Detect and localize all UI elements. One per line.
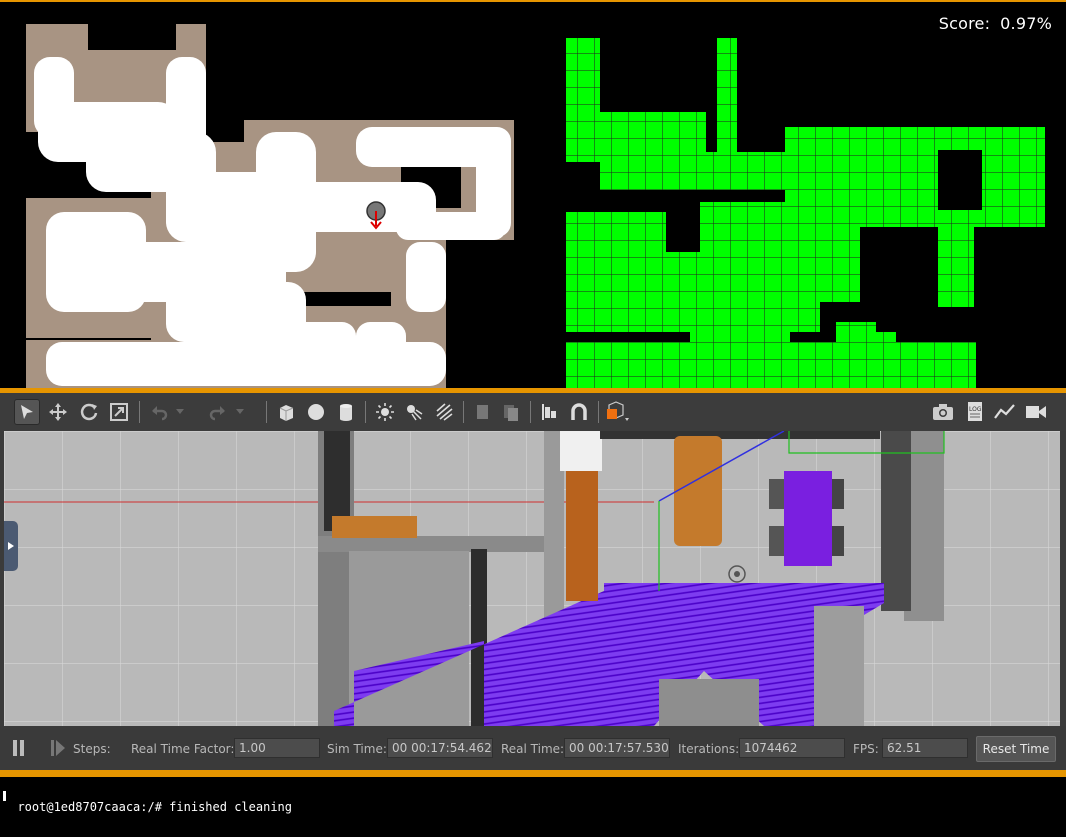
sim-time-label: Sim Time: — [327, 742, 387, 756]
view-angle-icon[interactable] — [604, 399, 630, 425]
paste-icon[interactable] — [498, 399, 524, 425]
robot-model — [728, 565, 746, 583]
left-panel-toggle[interactable] — [4, 521, 18, 571]
cabinet — [674, 436, 722, 546]
snap-icon[interactable] — [566, 399, 592, 425]
uncovered-block — [938, 150, 982, 210]
terminal-separator — [0, 770, 1066, 777]
directional-light-icon[interactable] — [431, 399, 457, 425]
cleaned-map-drawing — [26, 24, 514, 388]
toolbar-divider — [530, 401, 531, 423]
cylinder-icon[interactable] — [333, 399, 359, 425]
wall — [318, 536, 554, 552]
toolbar-divider — [365, 401, 366, 423]
3d-scene-viewport[interactable] — [4, 431, 1060, 726]
toolbar-divider — [139, 401, 140, 423]
status-bar: Steps: Real Time Factor: 1.00 Sim Time: … — [0, 726, 1066, 770]
translate-icon[interactable] — [45, 399, 71, 425]
gazebo-window: LOG Steps: Real Time Factor: 1.00 Sim Ti… — [0, 393, 1066, 770]
iterations-field: 1074462 — [739, 738, 845, 758]
chair — [769, 479, 784, 509]
chair — [832, 479, 844, 509]
pause-icon[interactable] — [12, 739, 26, 760]
spot-light-icon[interactable] — [401, 399, 427, 425]
covered-cells — [566, 38, 1045, 388]
real-time-label: Real Time: — [501, 742, 565, 756]
terminal-line: root@1ed8707caaca:/# finished cleaning — [17, 800, 292, 814]
score-label: Score: — [938, 14, 991, 33]
chair — [832, 526, 844, 556]
coverage-grid-map: Score: 0.97% — [560, 2, 1066, 388]
fps-field: 62.51 — [882, 738, 968, 758]
wall — [560, 431, 602, 471]
cabinet — [566, 471, 598, 601]
log-icon[interactable]: LOG — [962, 399, 988, 425]
select-arrow-icon[interactable] — [14, 399, 40, 425]
redo-icon[interactable] — [205, 399, 231, 425]
score-readout: Score: 0.97% — [939, 14, 1052, 33]
toolbar-divider — [266, 401, 267, 423]
table — [784, 471, 832, 566]
copy-icon[interactable] — [469, 399, 495, 425]
svg-text:LOG: LOG — [969, 406, 982, 413]
real-time-field: 00 00:17:57.530 — [564, 738, 670, 758]
steps-label: Steps: — [73, 742, 111, 756]
wall — [814, 606, 864, 726]
plot-icon[interactable] — [992, 399, 1018, 425]
sim-time-field: 00 00:17:54.462 — [387, 738, 493, 758]
wall — [349, 551, 469, 726]
sphere-icon[interactable] — [303, 399, 329, 425]
fps-label: FPS: — [853, 742, 879, 756]
wall — [600, 431, 880, 439]
undo-icon[interactable] — [146, 399, 172, 425]
align-icon[interactable] — [536, 399, 562, 425]
undo-dropdown-icon[interactable] — [174, 399, 186, 425]
table — [659, 679, 759, 726]
terminal[interactable]: root@1ed8707caaca:/# finished cleaning — [0, 777, 1066, 814]
scene-render — [4, 431, 1060, 726]
video-icon[interactable] — [1023, 399, 1049, 425]
point-light-icon[interactable] — [372, 399, 398, 425]
rtf-label: Real Time Factor: — [131, 742, 235, 756]
reset-time-button[interactable]: Reset Time — [976, 736, 1056, 762]
toolbar-divider — [463, 401, 464, 423]
box-icon[interactable] — [273, 399, 299, 425]
wall — [881, 431, 911, 611]
step-icon[interactable] — [50, 739, 66, 760]
redo-dropdown-icon[interactable] — [234, 399, 246, 425]
toolbar-divider — [598, 401, 599, 423]
coverage-grid-drawing — [566, 38, 1045, 388]
rtf-field: 1.00 — [234, 738, 320, 758]
chair — [769, 526, 784, 556]
iterations-label: Iterations: — [678, 742, 740, 756]
score-value: 0.97% — [1000, 14, 1052, 33]
terminal-cursor — [3, 791, 6, 801]
screenshot-icon[interactable] — [930, 399, 956, 425]
rotate-icon[interactable] — [76, 399, 102, 425]
scale-icon[interactable] — [106, 399, 132, 425]
toolbar: LOG — [0, 393, 1066, 431]
cleaned-area-map — [26, 2, 516, 388]
shelf — [332, 516, 417, 538]
